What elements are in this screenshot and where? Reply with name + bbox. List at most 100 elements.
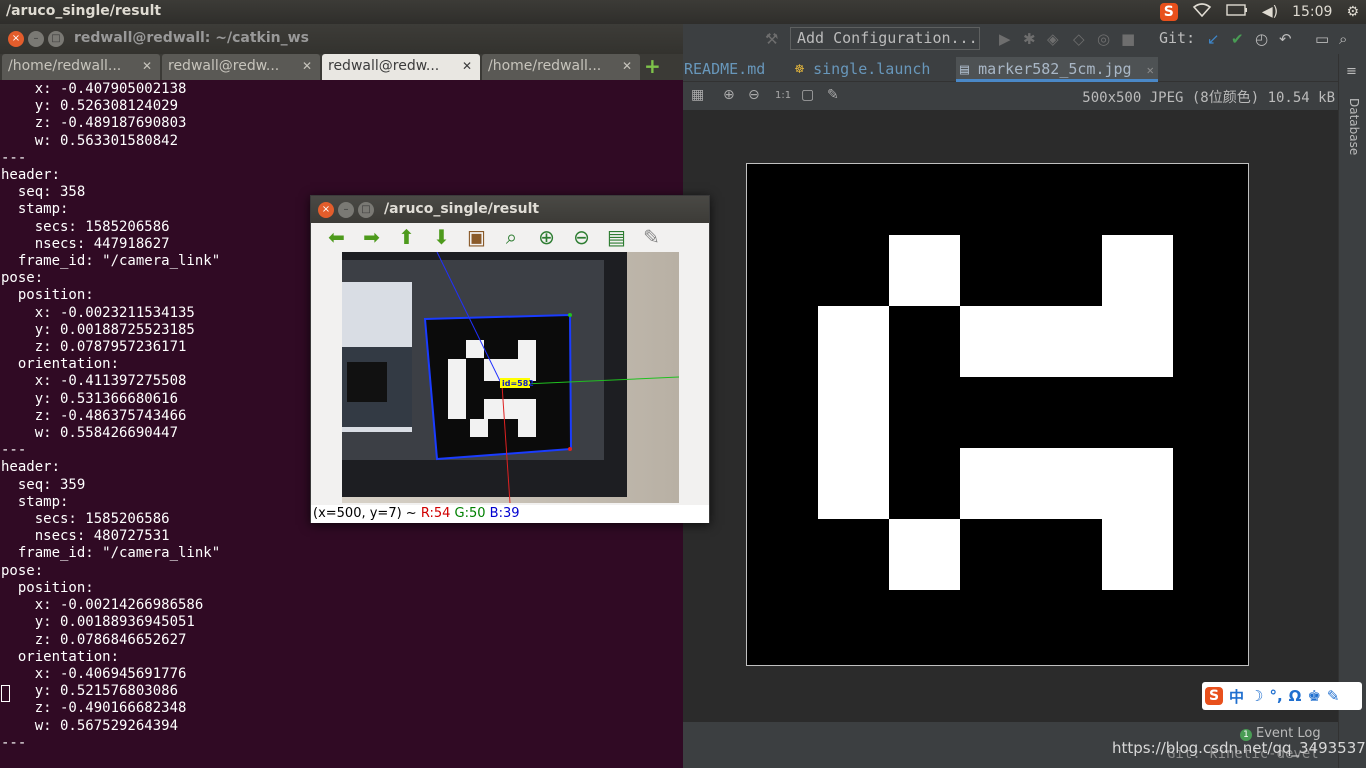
pan-left-icon[interactable]: ⬅ (319, 225, 354, 249)
image-icon[interactable]: ▣ (459, 225, 494, 249)
maximize-button[interactable]: □ (358, 202, 374, 218)
terminal-tab-label: redwall@redw... (168, 58, 280, 74)
terminal-line: z: 0.0786846652627 (1, 631, 187, 648)
ide-toolbar: ⚒ Add Configuration... ▶ ✱ ◈ ◇ ◎ ■ Git: … (683, 24, 1366, 54)
terminal-tab[interactable]: /home/redwall... ✕ (2, 54, 160, 80)
layout-icon[interactable]: ▭ (1315, 30, 1329, 48)
attach-icon[interactable]: ◎ (1097, 30, 1110, 48)
terminal-line: --- (1, 734, 27, 751)
new-tab-icon[interactable]: + (644, 54, 661, 80)
editor-tabs: README.md ☸ single.launch ▤ marker582_5c… (683, 54, 1338, 82)
top-panel: /aruco_single/result S ◀) 15:09 ⚙ (0, 0, 1366, 24)
sogou-logo-icon: S (1205, 687, 1223, 705)
marker-cell (889, 519, 960, 590)
stop-icon[interactable]: ■ (1121, 30, 1135, 48)
maximize-button[interactable]: □ (48, 31, 64, 47)
camera-frame[interactable]: id=582 (342, 252, 679, 503)
grid-icon[interactable]: ▦ (691, 87, 704, 103)
tab-label: single.launch (813, 60, 931, 78)
result-titlebar[interactable]: × – □ /aruco_single/result (311, 196, 709, 223)
git-label: Git: (1159, 29, 1196, 47)
volume-icon[interactable]: ◀) (1262, 4, 1278, 20)
search-icon[interactable]: ⌕ (1339, 30, 1347, 48)
marker-image (746, 163, 1249, 666)
ime-mode-label[interactable]: 中 (1229, 686, 1244, 707)
terminal-cursor (1, 685, 10, 702)
terminal-line: nsecs: 480727531 (1, 528, 170, 545)
image-file-icon: ▤ (960, 60, 970, 78)
marker-cell (889, 235, 960, 306)
active-window-title: /aruco_single/result (6, 3, 162, 19)
zoom-in-icon[interactable]: ⊕ (529, 225, 564, 249)
history-icon[interactable]: ◴ (1255, 30, 1268, 48)
terminal-line: x: -0.407905002138 (1, 81, 187, 97)
terminal-tab[interactable]: /home/redwall... ✕ (482, 54, 640, 80)
punctuation-icon[interactable]: °, (1269, 687, 1282, 705)
database-icon[interactable]: ≡ (1346, 64, 1357, 79)
terminal-line: y: 0.526308124029 (1, 98, 179, 115)
clock[interactable]: 15:09 (1292, 4, 1332, 20)
rollback-icon[interactable]: ↶ (1279, 30, 1292, 48)
hammer-icon[interactable]: ⚒ (765, 30, 778, 48)
terminal-line: pose: (1, 562, 44, 579)
marker-cell (818, 377, 889, 519)
close-icon[interactable]: ✕ (142, 54, 152, 78)
omega-icon[interactable]: Ω (1289, 687, 1302, 705)
terminal-line: frame_id: "/camera_link" (1, 545, 221, 562)
marker-cell (1102, 519, 1173, 590)
save-icon[interactable]: ▤ (599, 225, 634, 249)
result-image-window[interactable]: × – □ /aruco_single/result ⬅ ➡ ⬆ ⬇ ▣ ⌕ ⊕… (310, 195, 710, 523)
run-icon[interactable]: ▶ (999, 30, 1011, 48)
database-tab[interactable]: Database (1347, 98, 1361, 155)
close-icon[interactable]: ✕ (462, 54, 472, 78)
result-toolbar: ⬅ ➡ ⬆ ⬇ ▣ ⌕ ⊕ ⊖ ▤ ✎ (311, 223, 709, 251)
git-commit-icon[interactable]: ✔ (1231, 30, 1244, 48)
zoom-out-icon[interactable]: ⊖ (748, 87, 760, 103)
debug-icon[interactable]: ✱ (1023, 30, 1036, 48)
pan-right-icon[interactable]: ➡ (354, 225, 389, 249)
battery-icon[interactable] (1226, 4, 1248, 20)
close-button[interactable]: × (8, 31, 24, 47)
marker-cell (1102, 235, 1173, 377)
tab-readme[interactable]: README.md (684, 57, 765, 82)
terminal-tab-label: /home/redwall... (8, 58, 122, 74)
close-icon[interactable]: ✕ (302, 54, 312, 78)
close-icon[interactable]: ✕ (622, 54, 632, 78)
terminal-tab-active[interactable]: redwall@redw... ✕ (322, 54, 480, 80)
zoom-in-icon[interactable]: ⊕ (723, 87, 735, 103)
terminal-tab-label: redwall@redw... (328, 58, 440, 74)
tab-marker-image[interactable]: ▤ marker582_5cm.jpg ✕ (956, 57, 1158, 82)
coverage-icon[interactable]: ◈ (1047, 30, 1059, 48)
terminal-line: position: (1, 579, 94, 596)
actual-size-icon[interactable]: 1:1 (775, 90, 791, 101)
marker-id-label: id=582 (502, 379, 534, 388)
fit-icon[interactable]: ▢ (801, 87, 814, 103)
zoom-fit-icon[interactable]: ⌕ (494, 225, 529, 249)
pan-up-icon[interactable]: ⬆ (389, 225, 424, 249)
minimize-button[interactable]: – (338, 202, 354, 218)
gear-icon[interactable]: ⚙ (1346, 4, 1359, 20)
minimize-button[interactable]: – (28, 31, 44, 47)
skin-icon[interactable]: ♚ (1307, 687, 1320, 705)
terminal-line: header: (1, 167, 61, 184)
profile-icon[interactable]: ◇ (1073, 30, 1085, 48)
close-icon[interactable]: ✕ (1147, 63, 1154, 77)
wrench-icon[interactable]: ✎ (1327, 687, 1340, 705)
sogou-tray-icon[interactable]: S (1159, 3, 1178, 21)
tab-single-launch[interactable]: ☸ single.launch (795, 57, 930, 82)
git-update-icon[interactable]: ↙ (1207, 30, 1220, 48)
add-configuration-button[interactable]: Add Configuration... (790, 27, 980, 50)
brush-icon[interactable]: ✎ (634, 225, 669, 249)
wifi-icon[interactable] (1192, 3, 1212, 21)
pixel-readout: (x=500, y=7) ~ R:54 G:50 B:39 (311, 505, 709, 523)
terminal-line: orientation: (1, 648, 120, 665)
terminal-titlebar[interactable]: × – □ redwall@redwall: ~/catkin_ws (0, 24, 683, 54)
color-picker-icon[interactable]: ✎ (827, 87, 839, 103)
terminal-line: z: -0.489187690803 (1, 115, 187, 132)
terminal-tab[interactable]: redwall@redw... ✕ (162, 54, 320, 80)
zoom-out-icon[interactable]: ⊖ (564, 225, 599, 249)
ime-toolbar[interactable]: S 中 ☽ °, Ω ♚ ✎ (1202, 682, 1362, 710)
moon-icon[interactable]: ☽ (1250, 687, 1263, 705)
close-button[interactable]: × (318, 202, 334, 218)
pan-down-icon[interactable]: ⬇ (424, 225, 459, 249)
